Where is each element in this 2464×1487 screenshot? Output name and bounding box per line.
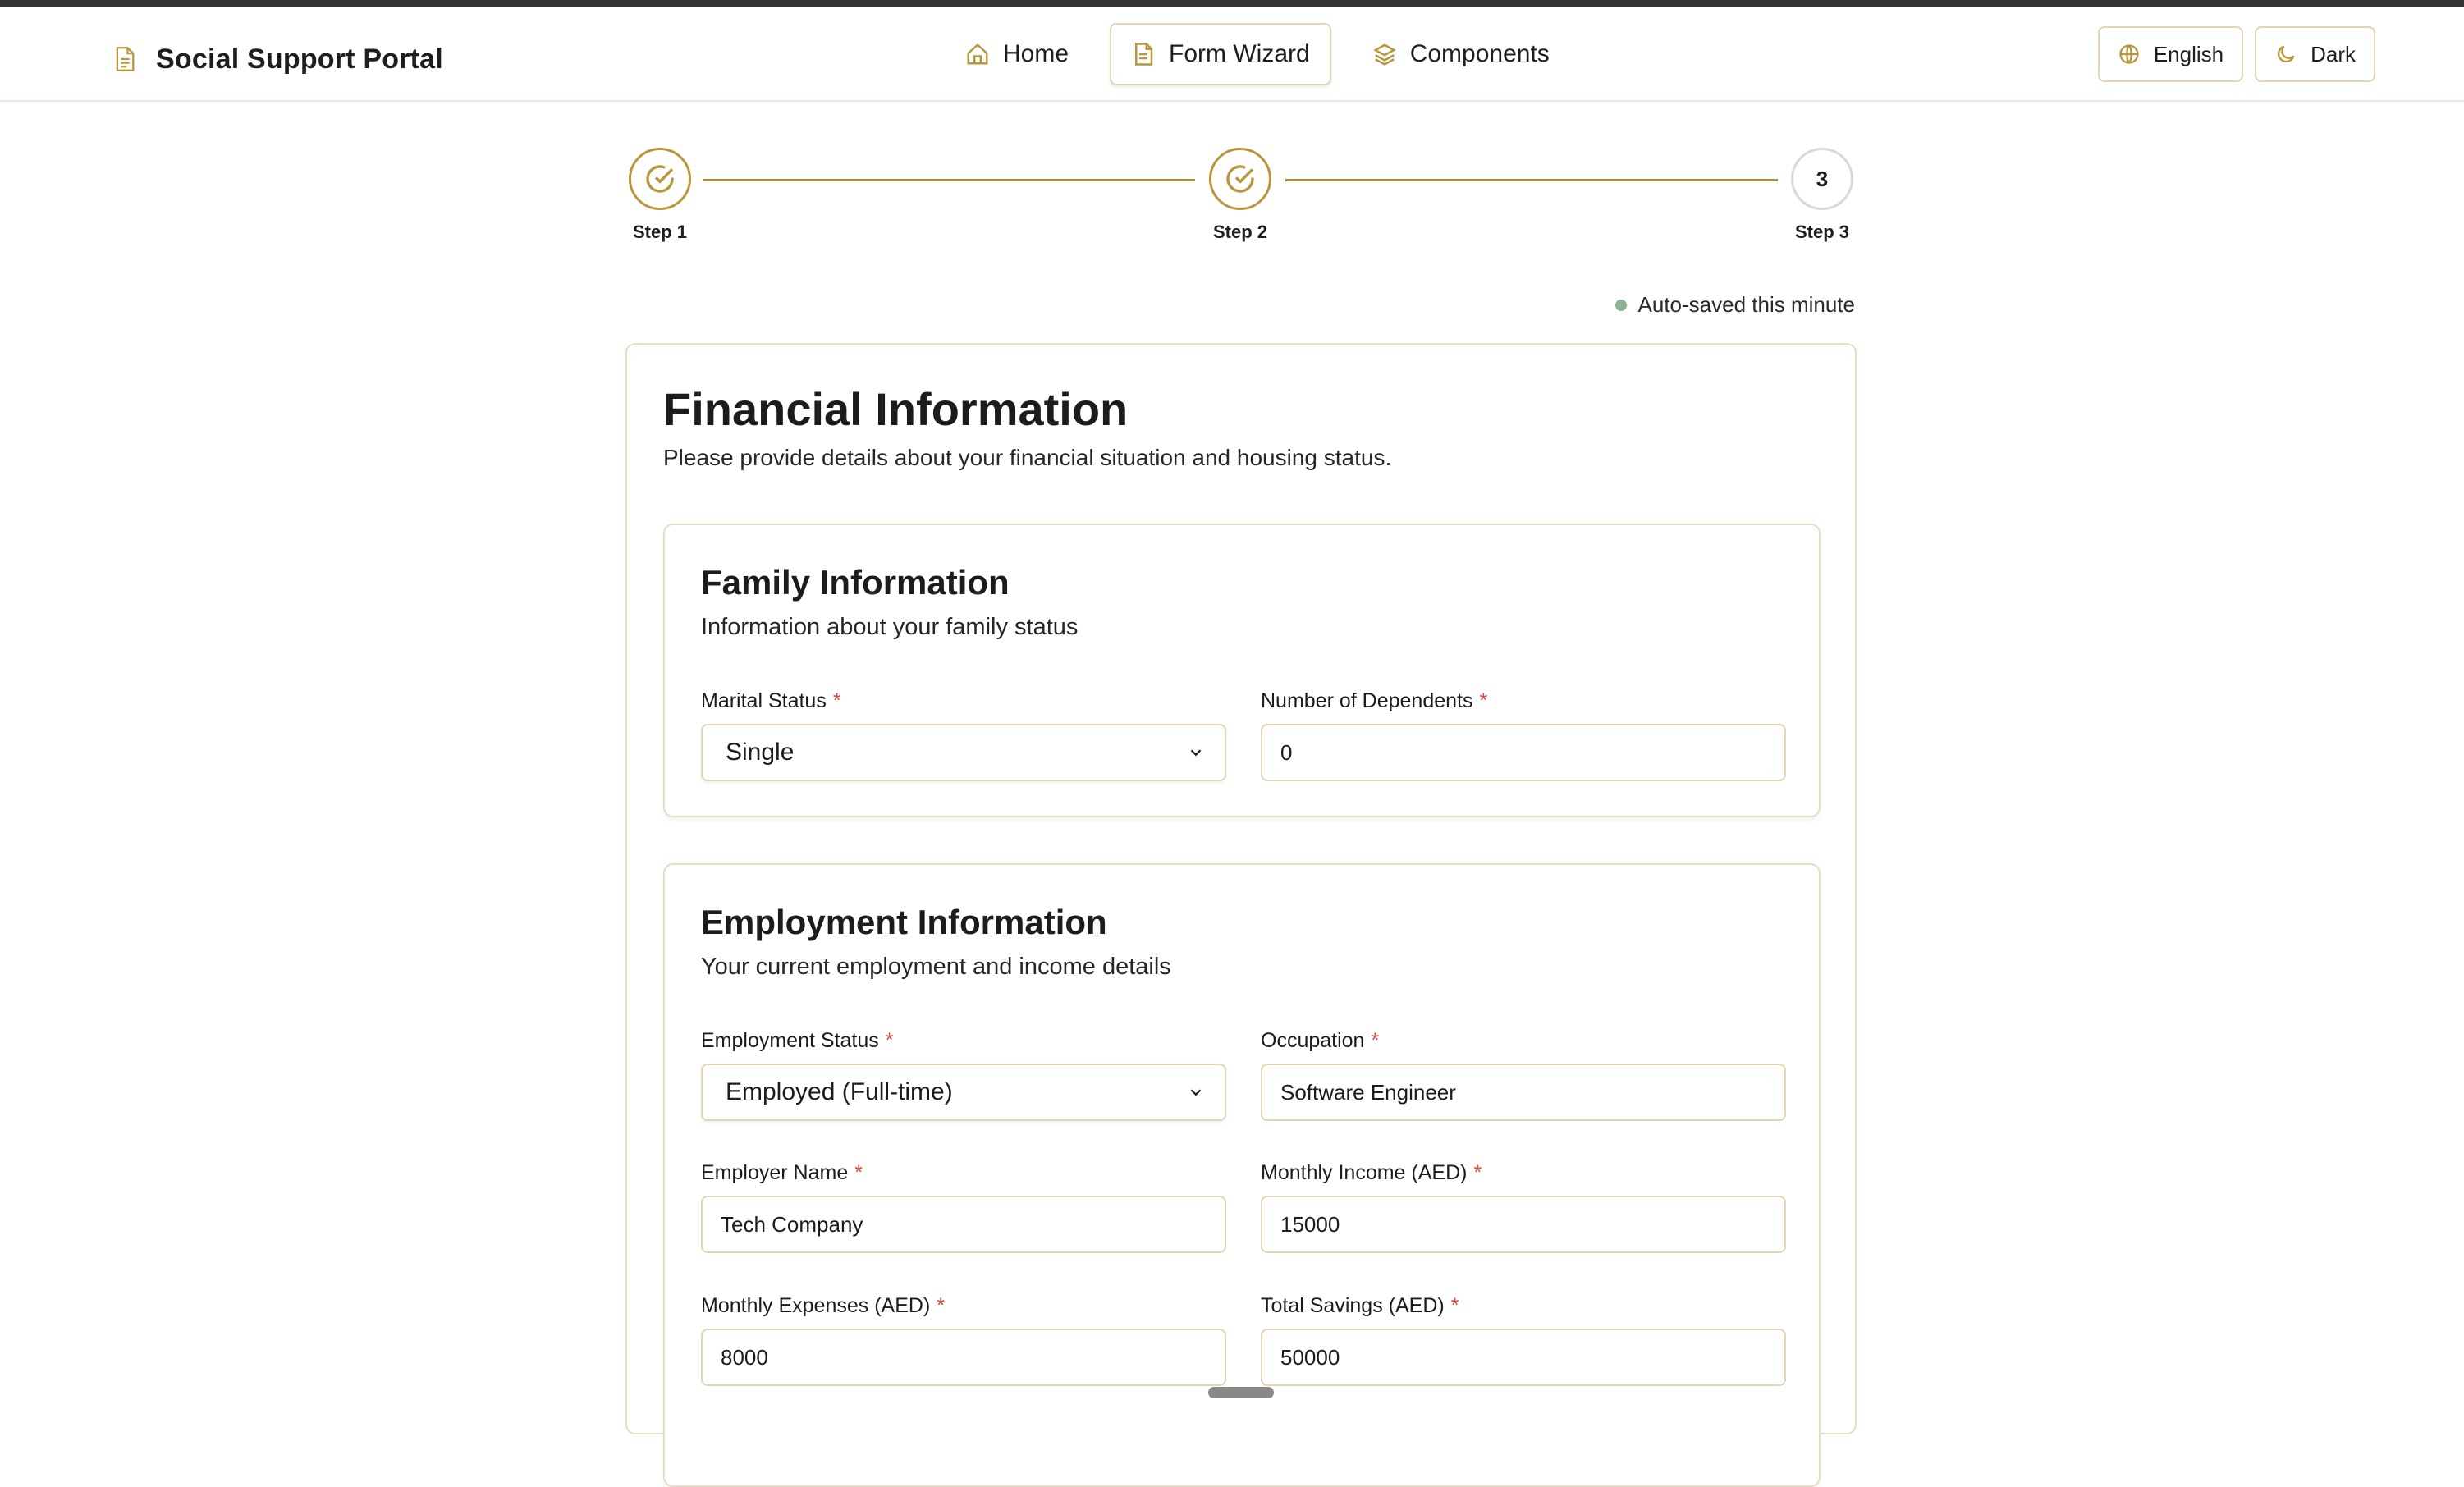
employer-name-label: Employer Name <box>701 1161 849 1184</box>
step-connector <box>1285 179 1778 181</box>
brand-title: Social Support Portal <box>156 43 443 75</box>
monthly-expenses-label: Monthly Expenses (AED) <box>701 1294 931 1317</box>
main-nav: Home Form Wizard Components <box>944 23 1571 87</box>
form-card: Financial Information Please provide det… <box>625 343 1857 1487</box>
required-marker: * <box>1479 689 1488 712</box>
required-marker: * <box>1473 1161 1482 1184</box>
marital-status-select[interactable]: Single <box>701 724 1226 781</box>
scroll-handle[interactable] <box>1208 1387 1274 1398</box>
monthly-income-input[interactable]: 15000 <box>1261 1196 1786 1253</box>
page-description: Please provide details about your financ… <box>663 445 1392 470</box>
brand[interactable]: Social Support Portal <box>113 34 443 84</box>
status-dot <box>1614 299 1627 311</box>
header-actions: English Dark <box>2097 26 2375 82</box>
marital-status-value: Single <box>726 739 795 766</box>
nav-home-label: Home <box>1003 40 1069 67</box>
employment-section-description: Your current employment and income detai… <box>701 954 1171 980</box>
nav-form-wizard-label: Form Wizard <box>1169 40 1310 67</box>
employer-name-input[interactable]: Tech Company <box>701 1196 1226 1253</box>
dependents-label: Number of Dependents <box>1261 689 1473 712</box>
document-icon <box>116 47 135 71</box>
language-label: English <box>2153 41 2224 66</box>
total-savings-input[interactable]: 50000 <box>1261 1329 1786 1386</box>
occupation-field: Occupation * Software Engineer <box>1261 1029 1786 1121</box>
total-savings-field: Total Savings (AED) * 50000 <box>1261 1294 1786 1386</box>
monthly-income-label: Monthly Income (AED) <box>1261 1161 1468 1184</box>
family-section-description: Information about your family status <box>701 614 1079 640</box>
family-section-title: Family Information <box>701 563 1010 602</box>
monthly-income-field: Monthly Income (AED) * 15000 <box>1261 1161 1786 1253</box>
nav-form-wizard[interactable]: Form Wizard <box>1110 23 1331 85</box>
language-button[interactable]: English <box>2097 26 2244 82</box>
employment-status-label: Employment Status <box>701 1029 879 1052</box>
dependents-field: Number of Dependents * 0 <box>1261 689 1786 781</box>
globe-icon <box>2119 44 2139 64</box>
employer-name-field: Employer Name * Tech Company <box>701 1161 1226 1253</box>
top-accent-bar <box>0 0 2464 7</box>
employment-status-select[interactable]: Employed (Full-time) <box>701 1064 1226 1121</box>
employment-section-title: Employment Information <box>701 903 1107 941</box>
marital-status-field: Marital Status * Single <box>701 689 1226 781</box>
employment-status-field: Employment Status * Employed (Full-time) <box>701 1029 1226 1121</box>
moon-icon <box>2278 45 2295 63</box>
family-section: Family Information Information about you… <box>663 524 1821 817</box>
step-3[interactable]: 3 Step 3 <box>1789 148 1855 243</box>
nav-components-label: Components <box>1409 40 1550 67</box>
required-marker: * <box>1450 1294 1459 1317</box>
step-1-circle <box>629 148 691 210</box>
page-title: Financial Information <box>663 383 1129 435</box>
chevron-down-icon <box>1190 749 1202 757</box>
nav-home[interactable]: Home <box>944 23 1090 85</box>
monthly-expenses-input[interactable]: 8000 <box>701 1329 1226 1386</box>
dependents-input[interactable]: 0 <box>1261 724 1786 781</box>
monthly-expenses-field: Monthly Expenses (AED) * 8000 <box>701 1294 1226 1386</box>
step-2-label: Step 2 <box>1212 222 1268 242</box>
required-marker: * <box>885 1029 894 1052</box>
document-icon <box>1135 43 1153 66</box>
step-2-circle <box>1209 148 1271 210</box>
chevron-down-icon <box>1190 1089 1202 1096</box>
form-stepper: Step 1 Step 2 3 Step 3 <box>627 148 1853 246</box>
required-marker: * <box>937 1294 946 1317</box>
required-marker: * <box>1371 1029 1380 1052</box>
step-3-label: Step 3 <box>1794 222 1850 242</box>
marital-status-label: Marital Status <box>701 689 827 712</box>
step-1[interactable]: Step 1 <box>627 148 693 243</box>
total-savings-label: Total Savings (AED) <box>1261 1294 1445 1317</box>
layers-icon <box>1372 43 1396 66</box>
employment-status-value: Employed (Full-time) <box>726 1078 953 1105</box>
theme-toggle-button[interactable]: Dark <box>2255 26 2375 82</box>
step-1-label: Step 1 <box>632 222 688 242</box>
autosave-status: Auto-saved this minute <box>1614 292 1855 318</box>
step-2[interactable]: Step 2 <box>1207 148 1273 243</box>
occupation-label: Occupation <box>1261 1029 1365 1052</box>
autosave-text: Auto-saved this minute <box>1637 292 1855 317</box>
check-circle-icon <box>646 165 674 193</box>
home-icon <box>967 43 988 65</box>
theme-label: Dark <box>2311 41 2356 66</box>
step-3-circle: 3 <box>1791 148 1853 210</box>
required-marker: * <box>832 689 841 712</box>
required-marker: * <box>854 1161 863 1184</box>
nav-components[interactable]: Components <box>1351 23 1571 85</box>
occupation-input[interactable]: Software Engineer <box>1261 1064 1786 1121</box>
check-circle-icon <box>1226 165 1254 193</box>
app-header: Social Support Portal Home Form Wizard C… <box>0 7 2464 102</box>
step-connector <box>703 179 1195 181</box>
